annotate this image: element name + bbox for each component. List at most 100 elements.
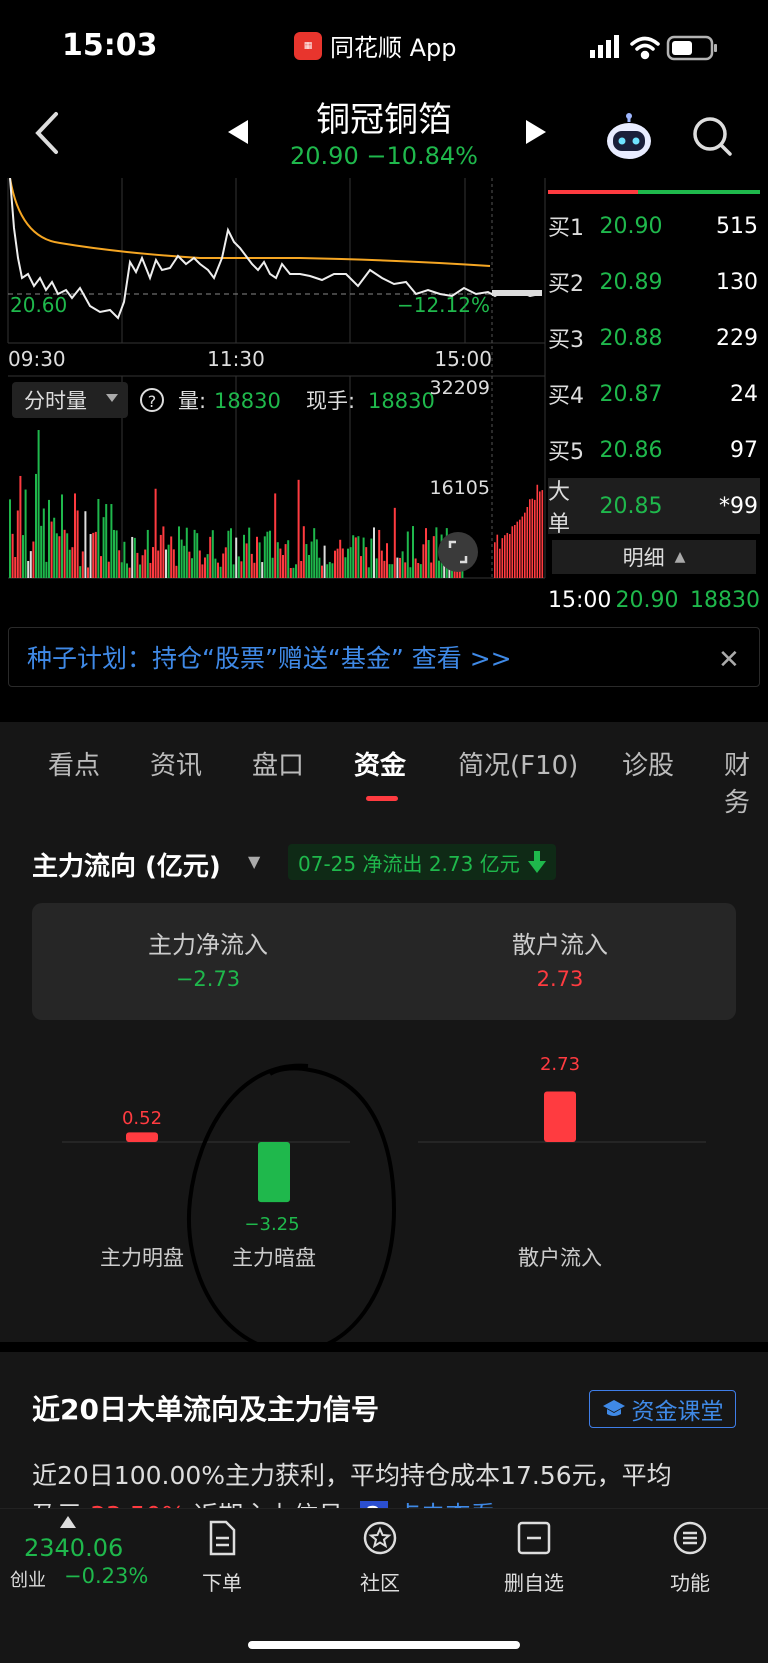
hand-drawn-circle-annotation	[187, 1063, 397, 1355]
order-book-row[interactable]: 买4 20.87 24	[548, 366, 760, 422]
graduation-cap-icon	[602, 1400, 625, 1416]
funds-class-button[interactable]: 资金课堂	[589, 1390, 736, 1428]
bar-retail	[544, 1091, 576, 1142]
app-indicator: ▦ 同花顺 App	[294, 28, 457, 63]
bar-label-retail: 散户流入	[518, 1246, 602, 1270]
nav-community[interactable]: 社区	[330, 1520, 430, 1596]
order-level-label: 买5	[548, 440, 584, 465]
tab-f10[interactable]: 简况(F10)	[458, 745, 578, 782]
bar-main-open	[126, 1132, 158, 1142]
big-order-price: 20.85	[599, 493, 663, 519]
order-book-row[interactable]: 买3 20.88 229	[548, 310, 760, 366]
tab-finance[interactable]: 财务	[724, 745, 768, 819]
tab-diagnose[interactable]: 诊股	[622, 745, 674, 782]
net-outflow-tag: 07-25 净流出 2.73 亿元	[288, 844, 556, 880]
order-qty: 97	[730, 437, 758, 463]
fund-flow-title[interactable]: 主力流向 (亿元)	[32, 846, 221, 883]
order-qty: 515	[716, 213, 758, 239]
bar-value-retail: 2.73	[539, 1054, 581, 1075]
main-net-inflow-value: −2.73	[175, 967, 241, 991]
chevron-down-icon[interactable]: ▼	[248, 852, 260, 871]
avg-price-line	[9, 178, 491, 267]
order-qty: 130	[716, 269, 758, 295]
detail-toggle-button[interactable]: 明细 ▲	[552, 540, 756, 574]
order-price: 20.87	[599, 381, 663, 407]
order-level-label: 买2	[548, 272, 584, 297]
order-qty: 24	[730, 381, 758, 407]
volume-tab-label: 分时量	[24, 389, 87, 413]
tab-news[interactable]: 资讯	[150, 745, 202, 782]
volume-max-label: 32209	[430, 377, 490, 399]
caret-up-icon: ▲	[674, 549, 686, 565]
tab-pankou[interactable]: 盘口	[252, 745, 304, 782]
caret-up-icon	[60, 1516, 76, 1528]
wifi-icon	[630, 36, 660, 60]
robot-assistant-icon[interactable]	[604, 112, 654, 162]
back-button[interactable]	[28, 108, 68, 158]
description-line-1: 近20日100.00%主力获利，平均持仓成本17.56元，平均	[32, 1461, 672, 1490]
help-icon-glyph: ?	[148, 392, 157, 411]
order-book-row[interactable]: 买2 20.89 130	[548, 254, 760, 310]
big-order-row[interactable]: 大单 20.85 *99	[548, 478, 760, 537]
fund-summary-box: 主力净流入 −2.73 散户流入 2.73	[32, 903, 736, 1020]
last-trade-price: 20.90	[615, 587, 679, 613]
big-order-label: 大单	[548, 480, 571, 537]
order-book-row[interactable]: 买5 20.86 97	[548, 422, 760, 478]
index-name: 创业	[10, 1570, 46, 1591]
price-label-right: −12.12%	[397, 293, 490, 317]
prev-stock-button[interactable]	[226, 118, 250, 146]
nav-functions[interactable]: 功能	[640, 1520, 740, 1596]
volume-mid-label: 16105	[430, 477, 490, 499]
home-indicator[interactable]	[248, 1641, 520, 1649]
last-trade-qty: 18830	[690, 587, 760, 613]
retail-inflow-label: 散户流入	[512, 931, 608, 959]
close-icon[interactable]: ✕	[718, 645, 740, 675]
volume-label: 量:	[178, 389, 206, 413]
order-price: 20.86	[599, 437, 663, 463]
order-price: 20.89	[599, 269, 663, 295]
current-hand-value: 18830	[368, 389, 435, 413]
last-trade-time: 15:00	[548, 587, 612, 613]
index-value[interactable]: 2340.06	[24, 1534, 123, 1562]
battery-icon	[666, 35, 717, 61]
after-hours-price	[492, 290, 542, 296]
order-book-buy-strength	[548, 190, 638, 194]
menu-circle-icon	[673, 1521, 707, 1555]
search-icon[interactable]	[690, 114, 734, 158]
order-level-label: 买4	[548, 384, 584, 409]
order-level-label: 买1	[548, 216, 584, 241]
net-outflow-text: 07-25 净流出 2.73 亿元	[298, 851, 520, 876]
nav-remove-watchlist[interactable]: 删自选	[484, 1520, 584, 1596]
expand-chart-button[interactable]	[438, 532, 478, 572]
promo-banner[interactable]: 种子计划：持仓“股票”赠送“基金” 查看 >>	[8, 627, 760, 687]
price-label-left: 20.60	[10, 293, 67, 317]
time-label-open: 09:30	[8, 347, 66, 371]
funds-class-label: 资金课堂	[631, 1399, 724, 1425]
signal-icon	[590, 35, 619, 58]
nav-label: 功能	[670, 1571, 710, 1595]
app-name: 同花顺 App	[330, 34, 457, 62]
time-label-close: 15:00	[434, 347, 492, 371]
app-logo-icon: ▦	[294, 31, 322, 60]
section-title: 近20日大单流向及主力信号	[32, 1393, 379, 1426]
stock-price: 20.90 −10.84%	[290, 142, 478, 170]
status-time: 15:03	[62, 28, 158, 63]
order-price: 20.88	[599, 325, 663, 351]
star-circle-icon	[363, 1521, 397, 1555]
nav-order[interactable]: 下单	[172, 1520, 272, 1596]
tab-active-indicator	[366, 796, 398, 801]
bar-value-main-open: 0.52	[121, 1108, 163, 1129]
arrow-down-icon	[527, 851, 546, 873]
tab-funds[interactable]: 资金	[354, 745, 406, 782]
current-hand-label: 现手:	[306, 389, 355, 413]
nav-label: 下单	[202, 1571, 242, 1595]
next-stock-button[interactable]	[524, 118, 548, 146]
order-book-sell-strength	[638, 190, 760, 194]
last-trade-row: 15:00 20.90 18830	[548, 572, 760, 628]
detail-label: 明细	[622, 546, 665, 570]
nav-label: 删自选	[504, 1571, 564, 1595]
tab-kandian[interactable]: 看点	[48, 745, 100, 782]
order-level-label: 买3	[548, 328, 584, 353]
status-icons	[590, 35, 717, 61]
order-book-row[interactable]: 买1 20.90 515	[548, 198, 760, 254]
